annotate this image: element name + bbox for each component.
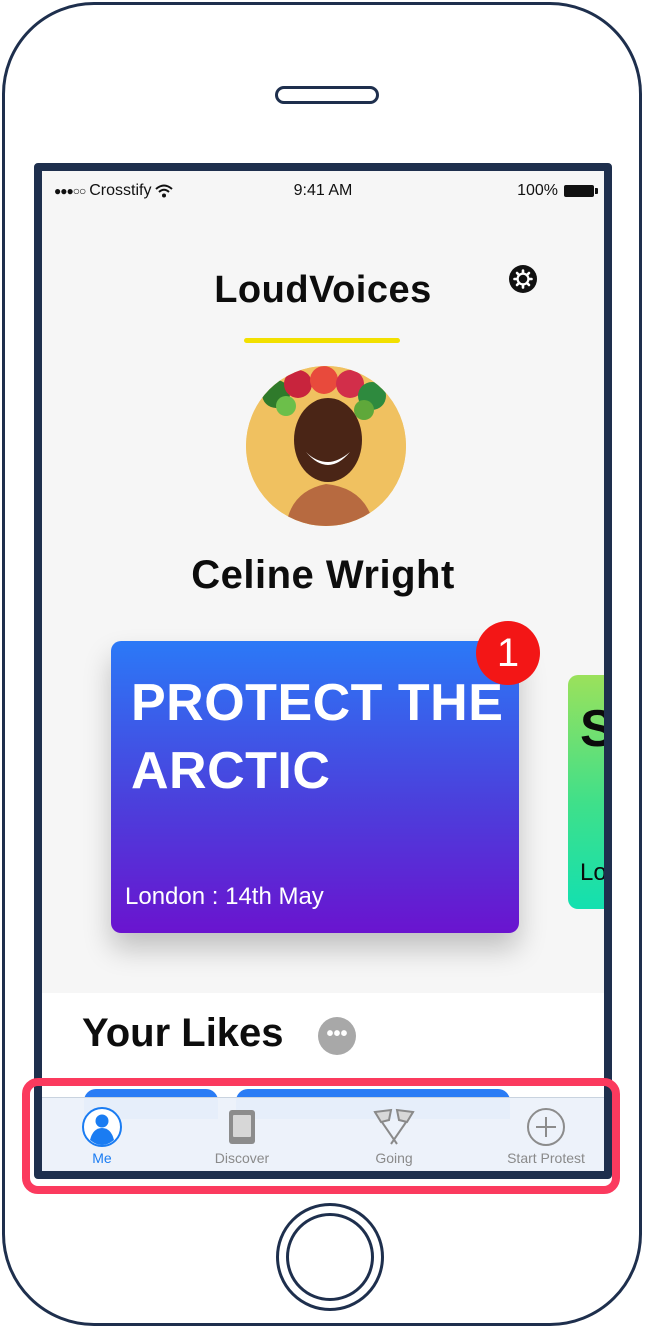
avatar[interactable] bbox=[246, 366, 406, 526]
notification-badge: 1 bbox=[476, 621, 540, 685]
app-screen: ●●●○○ Crosstify 9:41 AM 100% LoudVoices bbox=[34, 163, 612, 1179]
user-name: Celine Wright bbox=[191, 553, 455, 597]
card-title: PROTECT THE ARCTIC bbox=[131, 674, 504, 800]
gear-icon[interactable] bbox=[508, 264, 538, 294]
home-button[interactable] bbox=[276, 1203, 384, 1311]
battery-icon bbox=[564, 185, 598, 197]
tab-bar-highlight bbox=[22, 1078, 620, 1194]
status-bar: ●●●○○ Crosstify 9:41 AM 100% bbox=[42, 171, 604, 213]
card-title: S C bbox=[580, 700, 612, 758]
title-underline bbox=[244, 338, 400, 343]
phone-speaker bbox=[275, 86, 379, 104]
avatar-photo bbox=[246, 366, 406, 526]
card-location-date: London : 14th May bbox=[125, 883, 324, 910]
protest-card[interactable]: PROTECT THE ARCTIC London : 14th May bbox=[111, 641, 519, 933]
section-title: Your Likes bbox=[82, 1011, 284, 1055]
battery-percent: 100% bbox=[517, 182, 558, 199]
card-location-date: Lo bbox=[580, 859, 607, 886]
more-button[interactable]: ••• bbox=[318, 1017, 356, 1055]
protest-card-next[interactable]: S C Lo bbox=[568, 675, 612, 909]
